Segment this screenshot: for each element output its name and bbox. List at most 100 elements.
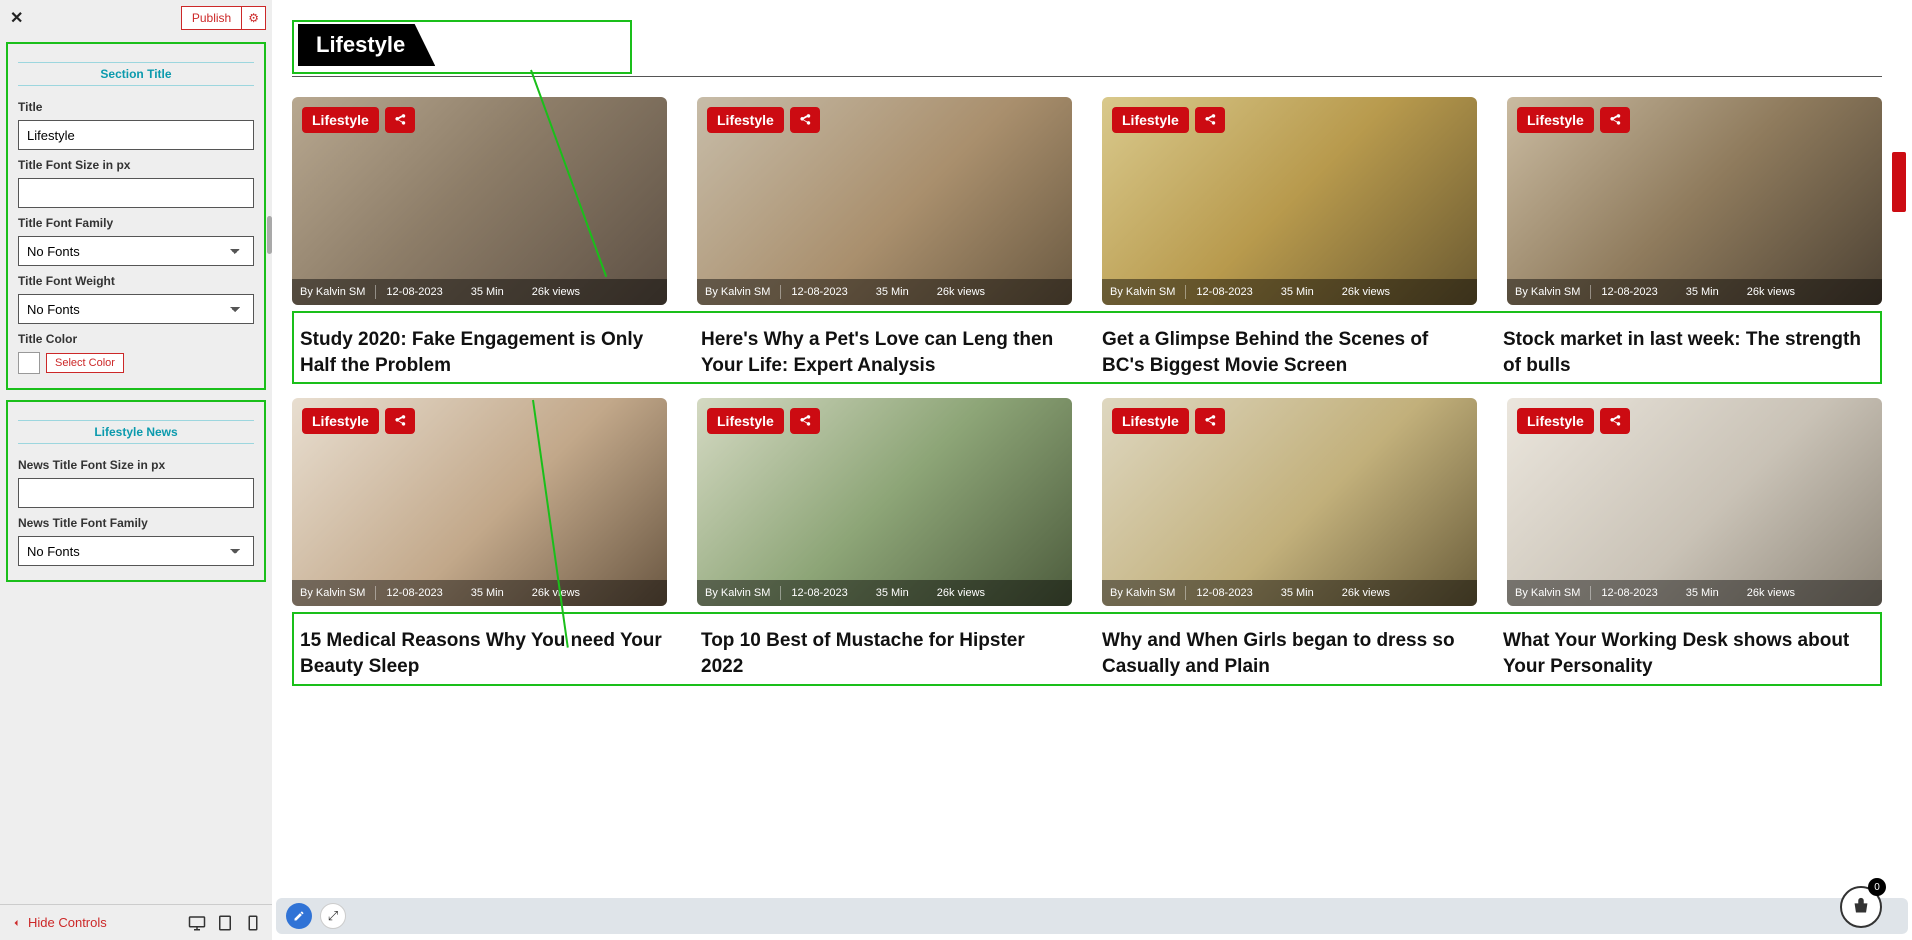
card-title[interactable]: What Your Working Desk shows about Your …: [1503, 628, 1874, 679]
category-badge[interactable]: Lifestyle: [707, 408, 784, 434]
news-card[interactable]: Lifestyle By Kalvin SM 12-08-2023 35 Min…: [1102, 398, 1477, 606]
category-badge[interactable]: Lifestyle: [302, 107, 379, 133]
editor-toolbar: ⤢: [276, 898, 1908, 934]
label-title-font-weight: Title Font Weight: [18, 274, 254, 288]
hide-controls-button[interactable]: Hide Controls: [10, 915, 107, 930]
share-icon[interactable]: [1600, 408, 1630, 434]
category-badge[interactable]: Lifestyle: [707, 107, 784, 133]
edit-icon[interactable]: [286, 903, 312, 929]
tablet-icon[interactable]: [216, 914, 234, 932]
chevron-left-icon: [10, 917, 22, 929]
card-title[interactable]: Here's Why a Pet's Love can Leng then Yo…: [701, 327, 1072, 378]
card-title[interactable]: Stock market in last week: The strength …: [1503, 327, 1874, 378]
category-badge[interactable]: Lifestyle: [1517, 107, 1594, 133]
read-time: 35 Min: [1281, 587, 1314, 599]
views: 26k views: [937, 587, 985, 599]
news-card[interactable]: Lifestyle By Kalvin SM 12-08-2023 35 Min…: [292, 97, 667, 305]
color-swatch[interactable]: [18, 352, 40, 374]
author: By Kalvin SM: [300, 587, 365, 599]
news-card[interactable]: Lifestyle By Kalvin SM 12-08-2023 35 Min…: [697, 97, 1072, 305]
expand-icon[interactable]: ⤢: [320, 903, 346, 929]
date: 12-08-2023: [1601, 587, 1657, 599]
input-title[interactable]: [18, 120, 254, 150]
news-card[interactable]: Lifestyle By Kalvin SM 12-08-2023 35 Min…: [697, 398, 1072, 606]
read-time: 35 Min: [876, 587, 909, 599]
input-news-title-font-size[interactable]: [18, 478, 254, 508]
card-title[interactable]: Top 10 Best of Mustache for Hipster 2022: [701, 628, 1072, 679]
read-time: 35 Min: [876, 286, 909, 298]
meta-bar: By Kalvin SM 12-08-2023 35 Min 26k views: [1507, 580, 1882, 606]
date: 12-08-2023: [791, 587, 847, 599]
category-badge[interactable]: Lifestyle: [302, 408, 379, 434]
author: By Kalvin SM: [1110, 286, 1175, 298]
card-image: Lifestyle By Kalvin SM 12-08-2023 35 Min…: [1507, 398, 1882, 606]
input-title-font-size[interactable]: [18, 178, 254, 208]
author: By Kalvin SM: [300, 286, 365, 298]
news-card[interactable]: Lifestyle By Kalvin SM 12-08-2023 35 Min…: [292, 398, 667, 606]
read-time: 35 Min: [471, 286, 504, 298]
category-badge[interactable]: Lifestyle: [1112, 408, 1189, 434]
card-title[interactable]: Why and When Girls began to dress so Cas…: [1102, 628, 1473, 679]
views: 26k views: [1342, 587, 1390, 599]
side-edit-handle[interactable]: [1892, 152, 1906, 212]
card-image: Lifestyle By Kalvin SM 12-08-2023 35 Min…: [1507, 97, 1882, 305]
meta-bar: By Kalvin SM 12-08-2023 35 Min 26k views: [292, 279, 667, 305]
views: 26k views: [532, 587, 580, 599]
customizer-sidebar: ✕ Publish ⚙ Section Title Title Title Fo…: [0, 0, 272, 940]
share-icon[interactable]: [385, 408, 415, 434]
preview-canvas: Lifestyle Lifestyle By Kalvin SM 12-08-2…: [272, 0, 1912, 940]
news-card[interactable]: Lifestyle By Kalvin SM 12-08-2023 35 Min…: [1507, 398, 1882, 606]
label-news-title-font-family: News Title Font Family: [18, 516, 254, 530]
label-title-font-size: Title Font Size in px: [18, 158, 254, 172]
titles-highlight-row1: Study 2020: Fake Engagement is Only Half…: [292, 311, 1882, 384]
label-title: Title: [18, 100, 254, 114]
category-badge[interactable]: Lifestyle: [1112, 107, 1189, 133]
views: 26k views: [532, 286, 580, 298]
panel-section-title: Section Title Title Title Font Size in p…: [6, 42, 266, 390]
meta-bar: By Kalvin SM 12-08-2023 35 Min 26k views: [292, 580, 667, 606]
read-time: 35 Min: [471, 587, 504, 599]
select-color-button[interactable]: Select Color: [46, 353, 124, 373]
card-title[interactable]: Get a Glimpse Behind the Scenes of BC's …: [1102, 327, 1473, 378]
desktop-icon[interactable]: [188, 914, 206, 932]
meta-bar: By Kalvin SM 12-08-2023 35 Min 26k views: [697, 580, 1072, 606]
gear-icon[interactable]: ⚙: [242, 6, 266, 30]
news-card[interactable]: Lifestyle By Kalvin SM 12-08-2023 35 Min…: [1102, 97, 1477, 305]
card-image: Lifestyle By Kalvin SM 12-08-2023 35 Min…: [292, 398, 667, 606]
date: 12-08-2023: [386, 587, 442, 599]
section-title: Lifestyle: [298, 24, 435, 66]
share-icon[interactable]: [385, 107, 415, 133]
share-icon[interactable]: [790, 408, 820, 434]
cart-widget[interactable]: 0: [1840, 886, 1882, 928]
author: By Kalvin SM: [1110, 587, 1175, 599]
section-title-highlight: Lifestyle: [292, 20, 632, 74]
publish-button[interactable]: Publish: [181, 6, 242, 30]
panel-heading: Section Title: [18, 62, 254, 86]
card-title[interactable]: 15 Medical Reasons Why You need Your Bea…: [300, 628, 671, 679]
select-title-font-family[interactable]: No Fonts: [18, 236, 254, 266]
mobile-icon[interactable]: [244, 914, 262, 932]
views: 26k views: [1747, 286, 1795, 298]
close-button[interactable]: ✕: [6, 4, 27, 32]
views: 26k views: [1747, 587, 1795, 599]
card-title[interactable]: Study 2020: Fake Engagement is Only Half…: [300, 327, 671, 378]
label-news-title-font-size: News Title Font Size in px: [18, 458, 254, 472]
read-time: 35 Min: [1281, 286, 1314, 298]
date: 12-08-2023: [1601, 286, 1657, 298]
meta-bar: By Kalvin SM 12-08-2023 35 Min 26k views: [697, 279, 1072, 305]
share-icon[interactable]: [790, 107, 820, 133]
select-title-font-weight[interactable]: No Fonts: [18, 294, 254, 324]
author: By Kalvin SM: [705, 587, 770, 599]
news-card[interactable]: Lifestyle By Kalvin SM 12-08-2023 35 Min…: [1507, 97, 1882, 305]
titles-highlight-row2: 15 Medical Reasons Why You need Your Bea…: [292, 612, 1882, 685]
share-icon[interactable]: [1195, 107, 1225, 133]
meta-bar: By Kalvin SM 12-08-2023 35 Min 26k views: [1507, 279, 1882, 305]
category-badge[interactable]: Lifestyle: [1517, 408, 1594, 434]
share-icon[interactable]: [1600, 107, 1630, 133]
select-news-title-font-family[interactable]: No Fonts: [18, 536, 254, 566]
panel-lifestyle-news: Lifestyle News News Title Font Size in p…: [6, 400, 266, 582]
meta-bar: By Kalvin SM 12-08-2023 35 Min 26k views: [1102, 279, 1477, 305]
share-icon[interactable]: [1195, 408, 1225, 434]
date: 12-08-2023: [386, 286, 442, 298]
author: By Kalvin SM: [1515, 587, 1580, 599]
